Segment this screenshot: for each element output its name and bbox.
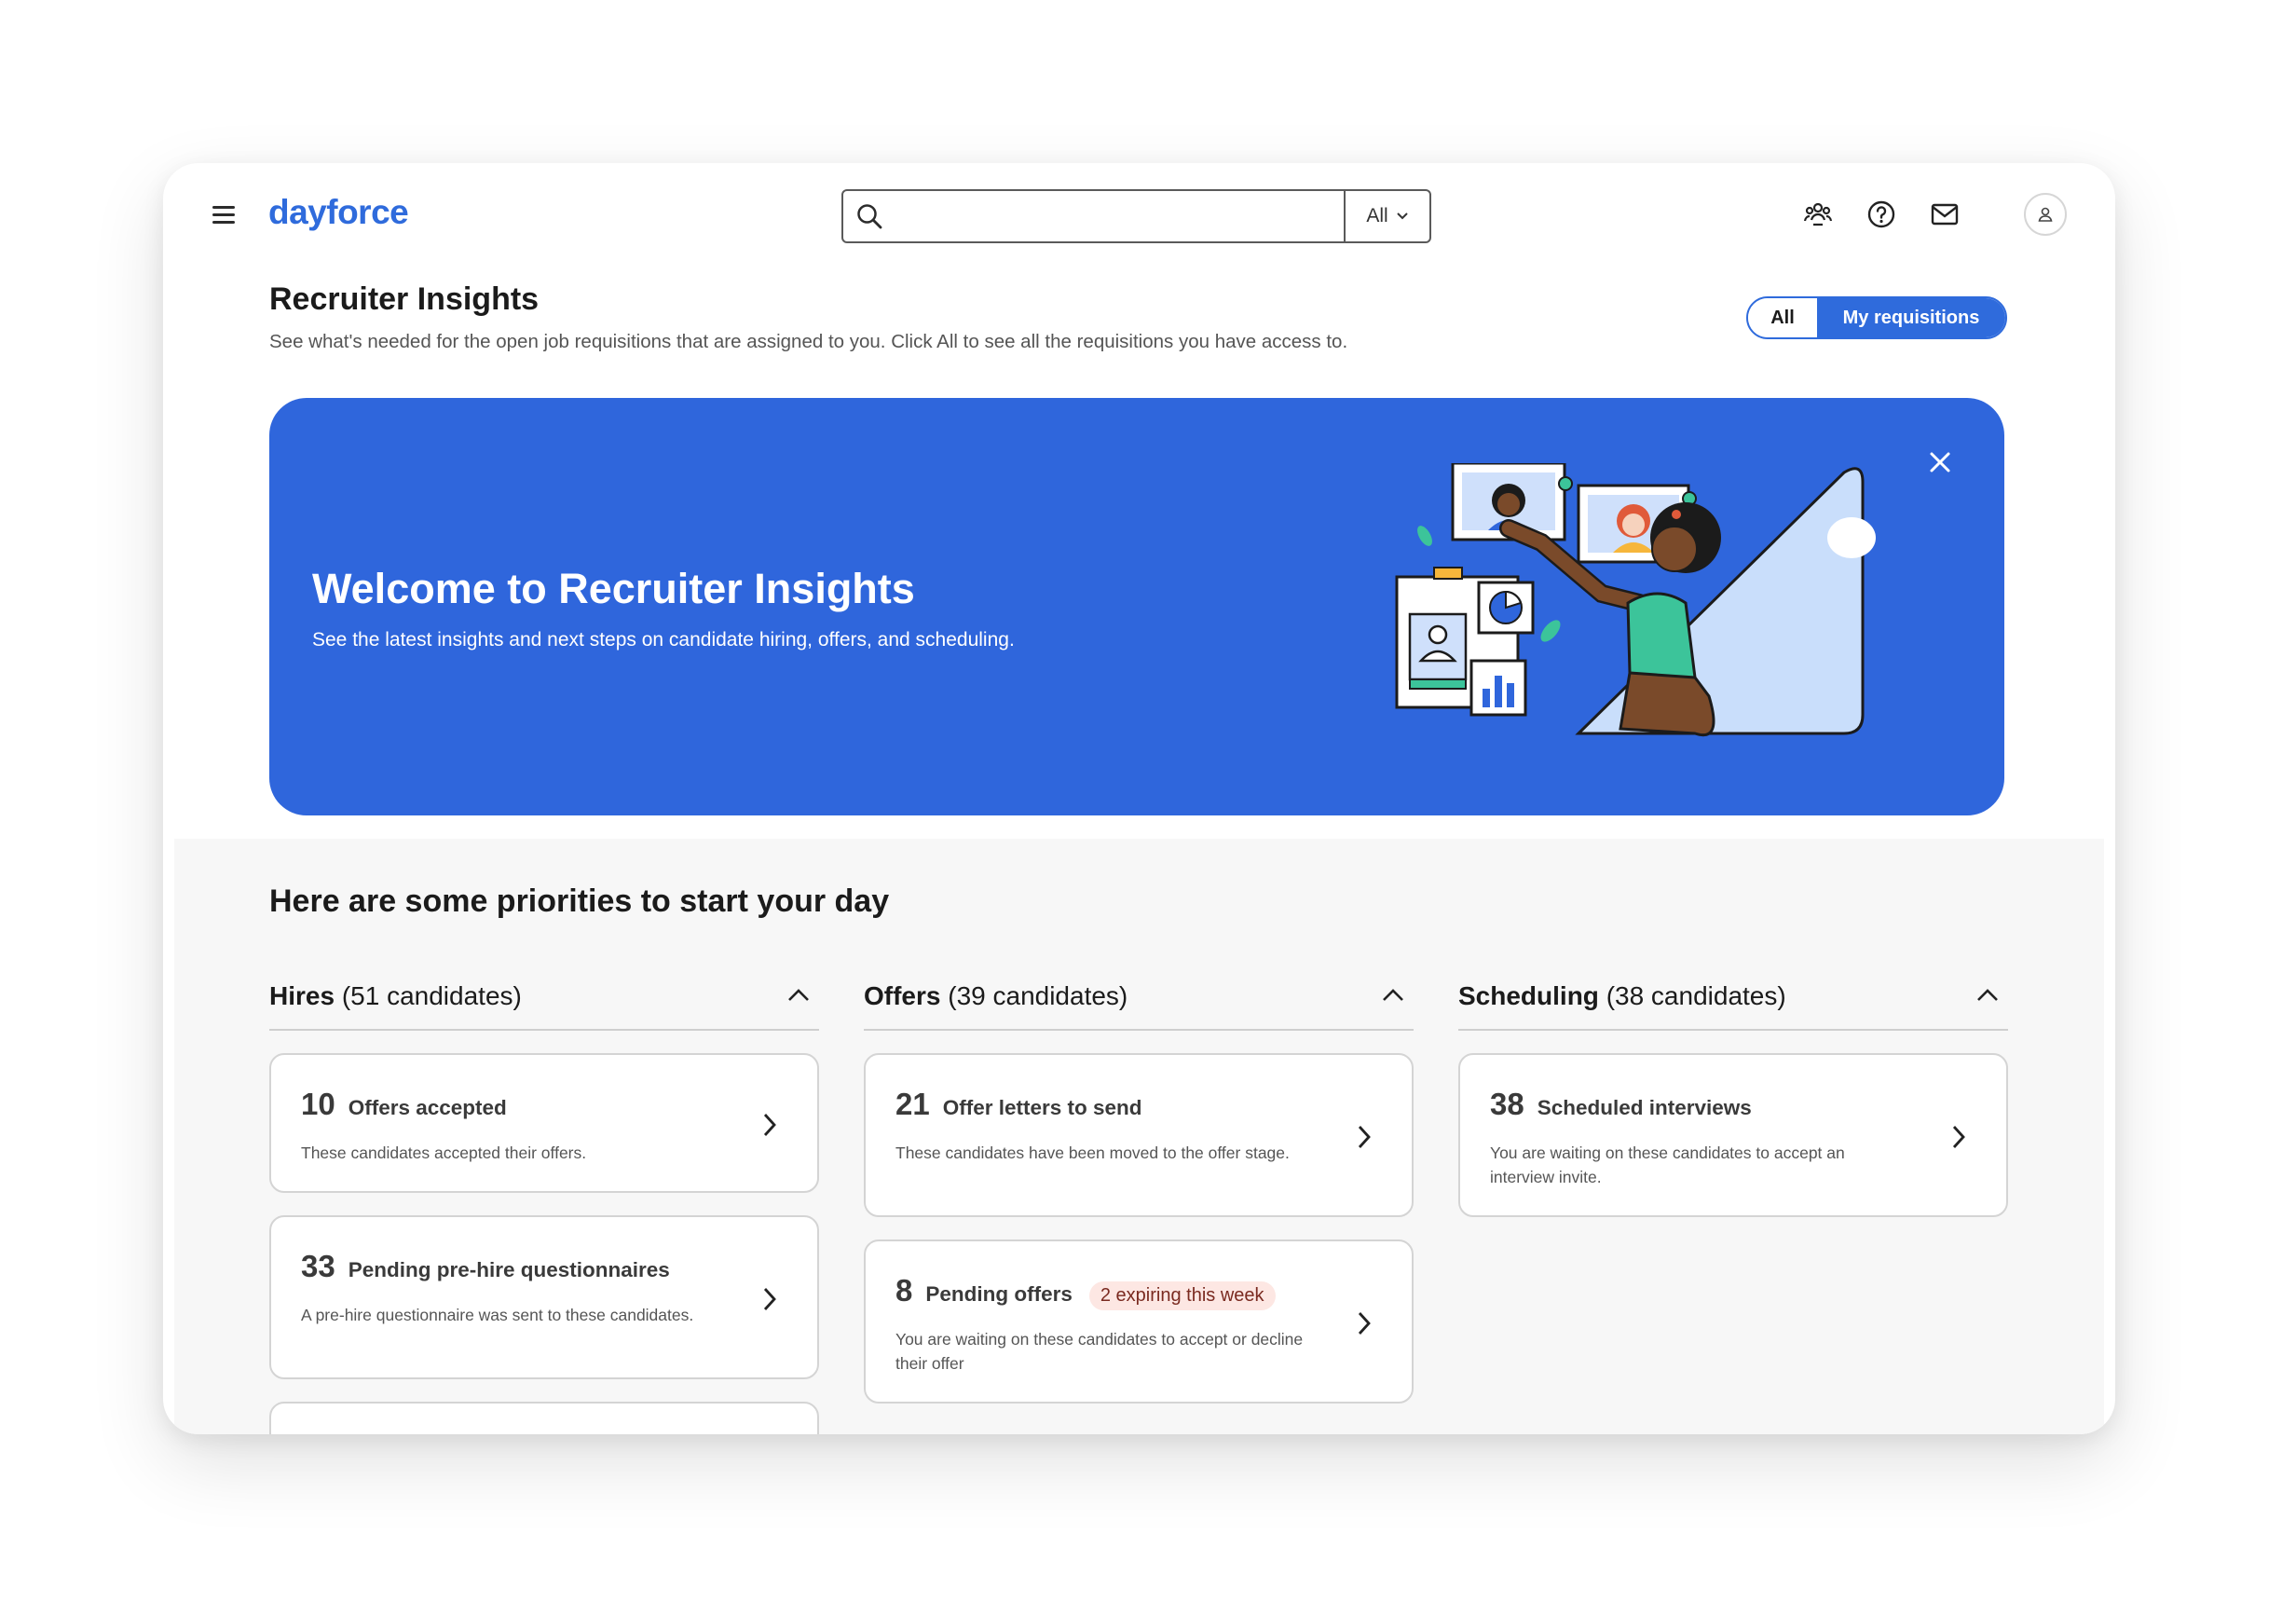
search-scope-select[interactable]: All [1344, 191, 1429, 241]
search-input[interactable] [895, 191, 1344, 241]
user-avatar[interactable] [2024, 193, 2067, 236]
card-heading: 33 Pending pre-hire questionnaires [301, 1249, 670, 1284]
hires-column: Hires (51 candidates) 10 Offers accepted… [269, 977, 819, 1434]
chevron-up-icon[interactable] [786, 986, 812, 1005]
chevron-right-icon [763, 1114, 776, 1136]
card-description: You are waiting on these candidates to a… [895, 1330, 1304, 1373]
search-icon[interactable] [843, 191, 895, 241]
hires-column-title: Hires (51 candidates) [269, 981, 522, 1011]
toggle-all-button[interactable]: All [1748, 298, 1817, 337]
offer-letters-card[interactable]: 21 Offer letters to send These candidate… [864, 1053, 1414, 1217]
top-bar: dayforce All [163, 163, 2115, 266]
card-description: A pre-hire questionnaire was sent to the… [301, 1306, 694, 1324]
people-icon[interactable] [1800, 197, 1836, 232]
user-icon [2038, 207, 2053, 222]
page-title: Recruiter Insights [269, 281, 540, 317]
recruiter-illustration [1395, 463, 1876, 736]
chevron-right-icon [1952, 1126, 1965, 1148]
hires-column-header[interactable]: Hires (51 candidates) [269, 977, 819, 1031]
hires-column-name: Hires [269, 981, 335, 1010]
scheduling-column: Scheduling (38 candidates) 38 Scheduled … [1458, 977, 2008, 1217]
offers-column-name: Offers [864, 981, 941, 1010]
card-heading: 8 Pending offers 2 expiring this week [895, 1273, 1276, 1310]
scheduled-interviews-card[interactable]: 38 Scheduled interviews You are waiting … [1458, 1053, 2008, 1217]
pending-offers-card[interactable]: 8 Pending offers 2 expiring this week Yo… [864, 1239, 1414, 1404]
card-count: 33 [301, 1249, 335, 1283]
chevron-right-icon [763, 1288, 776, 1310]
card-count: 10 [301, 1087, 335, 1121]
hires-card-partial[interactable] [269, 1402, 819, 1434]
card-label: Pending pre-hire questionnaires [348, 1258, 670, 1281]
search-bar: All [841, 189, 1431, 243]
card-heading: 10 Offers accepted [301, 1087, 507, 1122]
mail-icon[interactable] [1927, 197, 1962, 232]
chevron-right-icon [1358, 1126, 1371, 1148]
pending-questionnaires-card[interactable]: 33 Pending pre-hire questionnaires A pre… [269, 1215, 819, 1379]
card-label: Pending offers [925, 1282, 1073, 1306]
dayforce-logo: dayforce [268, 193, 409, 231]
app-window: dayforce All Recruiter Insights See what… [163, 163, 2115, 1434]
expiring-badge: 2 expiring this week [1088, 1281, 1276, 1310]
banner-text: See the latest insights and next steps o… [312, 629, 1015, 651]
card-description: These candidates have been moved to the … [895, 1144, 1290, 1162]
chevron-down-icon [1396, 212, 1408, 220]
chevron-up-icon[interactable] [1975, 986, 2001, 1005]
banner-title: Welcome to Recruiter Insights [312, 565, 915, 612]
help-icon[interactable] [1864, 197, 1899, 232]
card-label: Offers accepted [348, 1096, 507, 1119]
card-description: You are waiting on these candidates to a… [1490, 1144, 1845, 1186]
chevron-up-icon[interactable] [1380, 986, 1406, 1005]
offers-column-header[interactable]: Offers (39 candidates) [864, 977, 1414, 1031]
welcome-banner: Welcome to Recruiter Insights See the la… [269, 398, 2004, 815]
card-count: 21 [895, 1087, 930, 1121]
card-label: Scheduled interviews [1537, 1096, 1752, 1119]
scheduling-column-count: (38 candidates) [1606, 981, 1786, 1010]
card-count: 8 [895, 1273, 913, 1308]
search-scope-label: All [1366, 205, 1388, 226]
card-count: 38 [1490, 1087, 1524, 1121]
card-heading: 38 Scheduled interviews [1490, 1087, 1752, 1122]
toggle-my-requisitions-button[interactable]: My requisitions [1817, 298, 2005, 337]
requisition-scope-toggle: All My requisitions [1746, 296, 2007, 339]
priorities-title: Here are some priorities to start your d… [269, 883, 890, 919]
offers-column-title: Offers (39 candidates) [864, 981, 1128, 1011]
card-label: Offer letters to send [942, 1096, 1142, 1119]
page-subtitle: See what's needed for the open job requi… [269, 331, 1348, 352]
chevron-right-icon [1358, 1312, 1371, 1335]
offers-accepted-card[interactable]: 10 Offers accepted These candidates acce… [269, 1053, 819, 1193]
hires-column-count: (51 candidates) [341, 981, 522, 1010]
priorities-section: Here are some priorities to start your d… [174, 839, 2104, 1434]
scheduling-column-header[interactable]: Scheduling (38 candidates) [1458, 977, 2008, 1031]
card-heading: 21 Offer letters to send [895, 1087, 1142, 1122]
hamburger-icon[interactable] [212, 206, 235, 225]
offers-column: Offers (39 candidates) 21 Offer letters … [864, 977, 1414, 1404]
card-description: These candidates accepted their offers. [301, 1144, 587, 1162]
close-icon[interactable] [1926, 448, 1954, 476]
scheduling-column-name: Scheduling [1458, 981, 1599, 1010]
scheduling-column-title: Scheduling (38 candidates) [1458, 981, 1786, 1011]
offers-column-count: (39 candidates) [948, 981, 1128, 1010]
